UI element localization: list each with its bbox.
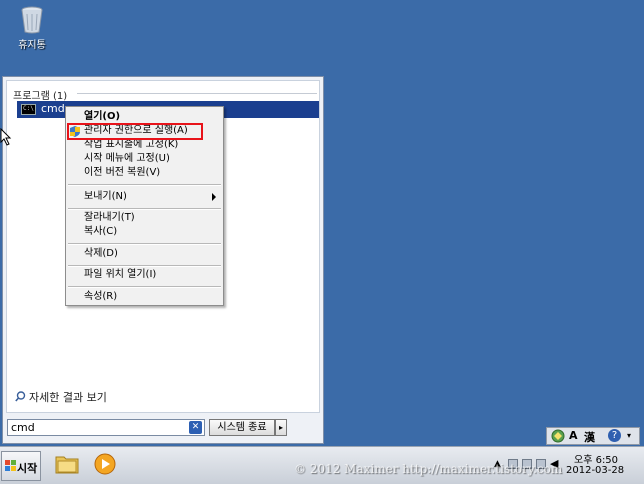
- menu-item-restore-previous[interactable]: 이전 버전 복원(V): [84, 166, 160, 180]
- clear-icon[interactable]: ✕: [189, 421, 202, 434]
- menu-separator: [68, 265, 221, 267]
- search-field[interactable]: [8, 420, 181, 435]
- start-label: 시작: [17, 462, 38, 475]
- media-player-icon[interactable]: [94, 453, 116, 475]
- watermark: © 2012 Maximer http://maximer.tistory.co…: [294, 462, 563, 476]
- shutdown-button[interactable]: 시스템 종료: [209, 419, 275, 436]
- menu-item-pin-taskbar[interactable]: 작업 표시줄에 고정(K): [84, 138, 178, 152]
- menu-separator: [68, 184, 221, 186]
- submenu-arrow-icon: [212, 193, 216, 201]
- ime-icon[interactable]: [551, 429, 565, 446]
- explorer-icon[interactable]: [55, 453, 79, 475]
- run-as-admin-highlight-box: [67, 123, 203, 140]
- cmd-icon: [21, 104, 36, 115]
- input-mode-button[interactable]: A: [569, 429, 578, 442]
- start-button[interactable]: 시작: [1, 451, 41, 481]
- see-more-results-link[interactable]: 자세한 결과 보기: [15, 389, 107, 405]
- windows-flag-icon: [5, 460, 16, 471]
- language-bar: A 漢 ? ▾: [546, 427, 640, 445]
- clock-date[interactable]: 2012-03-28: [566, 465, 624, 476]
- search-input[interactable]: ✕: [7, 419, 205, 436]
- see-more-label: 자세한 결과 보기: [29, 391, 107, 404]
- menu-item-cut[interactable]: 잘라내기(T): [84, 211, 135, 225]
- menu-item-send-to[interactable]: 보내기(N): [84, 190, 127, 204]
- menu-item-open-file-location[interactable]: 파일 위치 열기(I): [84, 268, 156, 282]
- desktop: 휴지통 프로그램 (1) cmd 자세한 결과 보기 ✕ 시스템 종료 ▸ 열기…: [0, 0, 644, 446]
- menu-separator: [68, 243, 221, 245]
- search-result-label: cmd: [41, 102, 65, 115]
- programs-header: 프로그램 (1): [13, 91, 68, 102]
- mouse-cursor-icon: [0, 128, 12, 146]
- langbar-options-icon[interactable]: ▾: [627, 431, 631, 440]
- hanja-button[interactable]: 漢: [584, 429, 595, 445]
- recycle-bin-label: 휴지통: [18, 40, 46, 51]
- menu-separator: [68, 208, 221, 210]
- shutdown-options-arrow[interactable]: ▸: [275, 419, 287, 436]
- menu-item-properties[interactable]: 속성(R): [84, 290, 117, 304]
- menu-separator: [68, 286, 221, 288]
- menu-item-pin-start[interactable]: 시작 메뉴에 고정(U): [84, 152, 170, 166]
- menu-item-open[interactable]: 열기(O): [84, 110, 120, 124]
- programs-header-divider: [77, 93, 317, 94]
- recycle-bin-icon: [20, 6, 44, 34]
- clock-time[interactable]: 오후 6:50: [574, 451, 618, 466]
- menu-item-delete[interactable]: 삭제(D): [84, 247, 118, 261]
- menu-item-copy[interactable]: 복사(C): [84, 225, 117, 239]
- help-icon[interactable]: ?: [608, 429, 621, 442]
- recycle-bin[interactable]: 휴지통: [10, 6, 54, 51]
- magnifier-icon: [15, 391, 26, 405]
